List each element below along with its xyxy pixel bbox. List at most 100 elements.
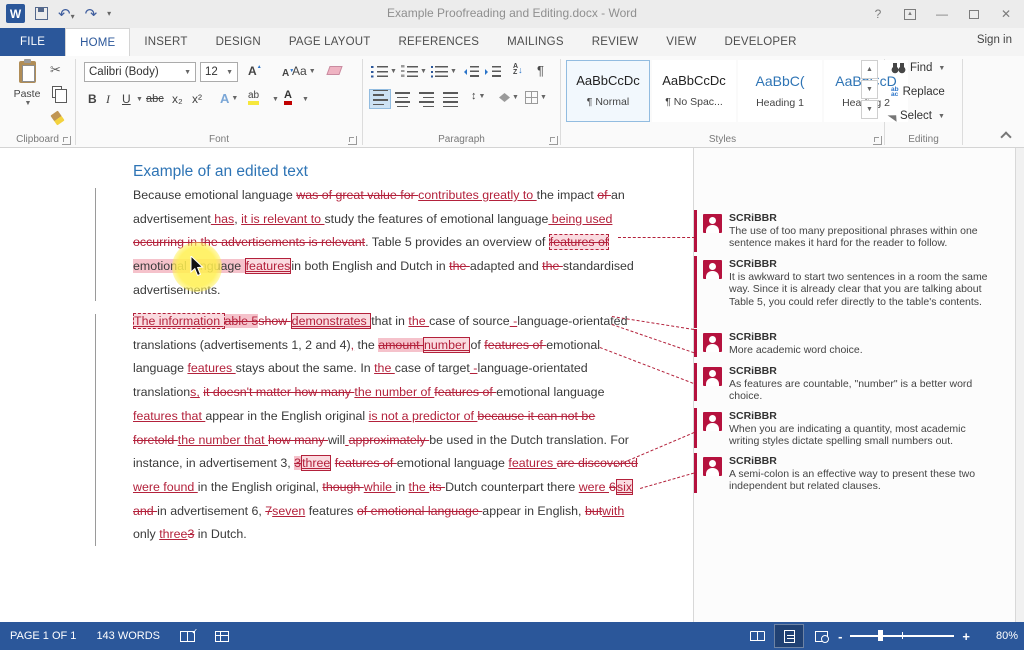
format-painter-button[interactable] bbox=[53, 112, 62, 124]
changed-line-indicator[interactable] bbox=[95, 188, 96, 301]
read-mode-button[interactable] bbox=[742, 624, 772, 648]
style-normal[interactable]: AaBbCcDc ¶ Normal bbox=[566, 60, 650, 122]
macro-recording-button[interactable] bbox=[205, 622, 239, 650]
sign-in-link[interactable]: Sign in bbox=[977, 34, 1012, 46]
grow-font-button[interactable]: A bbox=[248, 64, 257, 78]
page-indicator[interactable]: PAGE 1 OF 1 bbox=[0, 622, 86, 650]
tab-view[interactable]: VIEW bbox=[652, 28, 710, 56]
shrink-font-button[interactable]: A bbox=[282, 68, 289, 79]
select-button[interactable]: Select▼ bbox=[891, 110, 945, 122]
justify-button[interactable] bbox=[443, 92, 458, 110]
copy-button[interactable] bbox=[52, 86, 62, 98]
italic-button[interactable]: I bbox=[106, 92, 110, 107]
text-highlight-dropdown-icon[interactable]: ▼ bbox=[272, 96, 279, 103]
styles-scroll-down-icon[interactable]: ▼ bbox=[861, 80, 878, 99]
close-icon[interactable]: ✕ bbox=[992, 3, 1020, 25]
styles-scroll-up-icon[interactable]: ▲ bbox=[861, 60, 878, 79]
decrease-indent-button[interactable] bbox=[463, 66, 479, 78]
collapse-ribbon-icon[interactable] bbox=[1000, 131, 1011, 142]
superscript-button[interactable]: x² bbox=[192, 92, 202, 106]
style-heading-1[interactable]: AaBbC( Heading 1 bbox=[738, 60, 822, 122]
align-center-button[interactable] bbox=[395, 92, 410, 110]
tab-home[interactable]: HOME bbox=[65, 28, 130, 56]
text-highlight-button[interactable]: ab bbox=[248, 90, 259, 105]
styles-dialog-launcher-icon[interactable] bbox=[873, 136, 882, 145]
clear-formatting-button[interactable] bbox=[328, 66, 341, 75]
comment[interactable]: SCRiBBRIt is awkward to start two senten… bbox=[703, 258, 995, 308]
document-line[interactable]: foretold the number that how many will a… bbox=[133, 431, 629, 449]
subscript-button[interactable]: x₂ bbox=[172, 92, 183, 106]
document-heading[interactable]: Example of an edited text bbox=[133, 163, 308, 181]
font-color-dropdown-icon[interactable]: ▼ bbox=[302, 96, 309, 103]
numbering-dropdown-icon[interactable]: ▼ bbox=[420, 68, 427, 75]
text-effects-button[interactable]: A▼ bbox=[220, 91, 238, 106]
line-spacing-dropdown-icon[interactable]: ▼ bbox=[479, 93, 486, 100]
sort-button[interactable]: AZ↓ bbox=[513, 64, 523, 76]
tab-insert[interactable]: INSERT bbox=[130, 28, 201, 56]
borders-dropdown-icon[interactable]: ▼ bbox=[540, 94, 547, 101]
comment[interactable]: SCRiBBRMore academic word choice. bbox=[703, 331, 995, 356]
document-line[interactable]: language features stays about the same. … bbox=[133, 359, 588, 377]
maximize-icon[interactable] bbox=[960, 3, 988, 25]
help-icon[interactable]: ? bbox=[864, 3, 892, 25]
font-name-combobox[interactable]: Calibri (Body)▼ bbox=[84, 62, 196, 82]
document-line[interactable]: instance, in advertisement 3, 3three fea… bbox=[133, 454, 638, 472]
bullets-dropdown-icon[interactable]: ▼ bbox=[390, 68, 397, 75]
font-size-dropdown-icon[interactable]: ▼ bbox=[226, 69, 233, 76]
change-case-button[interactable]: Aa▼ bbox=[292, 64, 316, 78]
tab-file[interactable]: FILE bbox=[0, 28, 65, 56]
shading-dropdown-icon[interactable]: ▼ bbox=[512, 94, 519, 101]
multilevel-list-button[interactable]: ▼ bbox=[431, 65, 457, 78]
paragraph-dialog-launcher-icon[interactable] bbox=[549, 136, 558, 145]
zoom-in-button[interactable]: + bbox=[962, 629, 970, 644]
document-line[interactable]: features that appear in the English orig… bbox=[133, 407, 595, 425]
web-layout-button[interactable] bbox=[806, 624, 836, 648]
font-size-combobox[interactable]: 12▼ bbox=[200, 62, 238, 82]
zoom-level[interactable]: 80% bbox=[972, 630, 1018, 642]
changed-line-indicator[interactable] bbox=[95, 314, 96, 546]
document-line[interactable]: translations (advertisements 1, 2 and 4)… bbox=[133, 336, 600, 354]
document-line[interactable]: only three3 in Dutch. bbox=[133, 525, 247, 543]
tab-mailings[interactable]: MAILINGS bbox=[493, 28, 578, 56]
word-count[interactable]: 143 WORDS bbox=[86, 622, 170, 650]
show-hide-marks-button[interactable]: ¶ bbox=[537, 63, 544, 78]
shading-button[interactable]: ▼ bbox=[499, 93, 519, 102]
align-left-button[interactable] bbox=[369, 89, 391, 109]
borders-button[interactable]: ▼ bbox=[525, 91, 547, 104]
numbering-button[interactable]: ▼ bbox=[401, 65, 427, 78]
style-no-spacing[interactable]: AaBbCcDc ¶ No Spac... bbox=[652, 60, 736, 122]
print-layout-button[interactable] bbox=[774, 624, 804, 648]
bold-button[interactable]: B bbox=[88, 92, 97, 106]
zoom-slider-thumb[interactable] bbox=[878, 630, 883, 641]
document-line[interactable]: translations, it doesn't matter how many… bbox=[133, 383, 604, 401]
multilevel-dropdown-icon[interactable]: ▼ bbox=[450, 68, 457, 75]
tab-design[interactable]: DESIGN bbox=[202, 28, 275, 56]
underline-button[interactable]: U bbox=[122, 92, 131, 106]
zoom-slider[interactable] bbox=[850, 635, 954, 637]
document-line[interactable]: were found in the English original, thou… bbox=[133, 478, 633, 496]
find-button[interactable]: Find▼ bbox=[891, 62, 945, 74]
vertical-scrollbar[interactable] bbox=[1015, 148, 1024, 622]
paste-button[interactable]: Paste ▼ bbox=[8, 61, 46, 133]
document-line[interactable]: Because emotional language was of great … bbox=[133, 186, 625, 204]
tab-review[interactable]: REVIEW bbox=[578, 28, 653, 56]
minimize-icon[interactable]: — bbox=[928, 3, 956, 25]
bullets-button[interactable]: ▼ bbox=[371, 65, 397, 78]
clipboard-dialog-launcher-icon[interactable] bbox=[62, 136, 71, 145]
zoom-out-button[interactable]: - bbox=[838, 629, 842, 644]
select-dropdown-icon[interactable]: ▼ bbox=[938, 113, 945, 120]
underline-dropdown-icon[interactable]: ▼ bbox=[136, 96, 143, 103]
document-line[interactable]: and in advertisement 6, 7seven features … bbox=[133, 502, 624, 520]
comment[interactable]: SCRiBBRThe use of too many prepositional… bbox=[703, 212, 995, 250]
align-right-button[interactable] bbox=[419, 92, 434, 110]
ribbon-display-options-icon[interactable]: ▲ bbox=[896, 3, 924, 25]
text-effects-dropdown-icon[interactable]: ▼ bbox=[231, 95, 238, 102]
comment[interactable]: SCRiBBRA semi-colon is an effective way … bbox=[703, 455, 995, 493]
find-dropdown-icon[interactable]: ▼ bbox=[938, 65, 945, 72]
tab-page-layout[interactable]: PAGE LAYOUT bbox=[275, 28, 385, 56]
document-line[interactable]: advertisement has, it is relevant to stu… bbox=[133, 210, 612, 228]
comment[interactable]: SCRiBBRAs features are countable, "numbe… bbox=[703, 365, 995, 403]
strikethrough-button[interactable]: abc bbox=[146, 93, 164, 105]
styles-gallery-more-icon[interactable]: ▼ bbox=[861, 100, 878, 119]
font-name-dropdown-icon[interactable]: ▼ bbox=[184, 69, 191, 76]
